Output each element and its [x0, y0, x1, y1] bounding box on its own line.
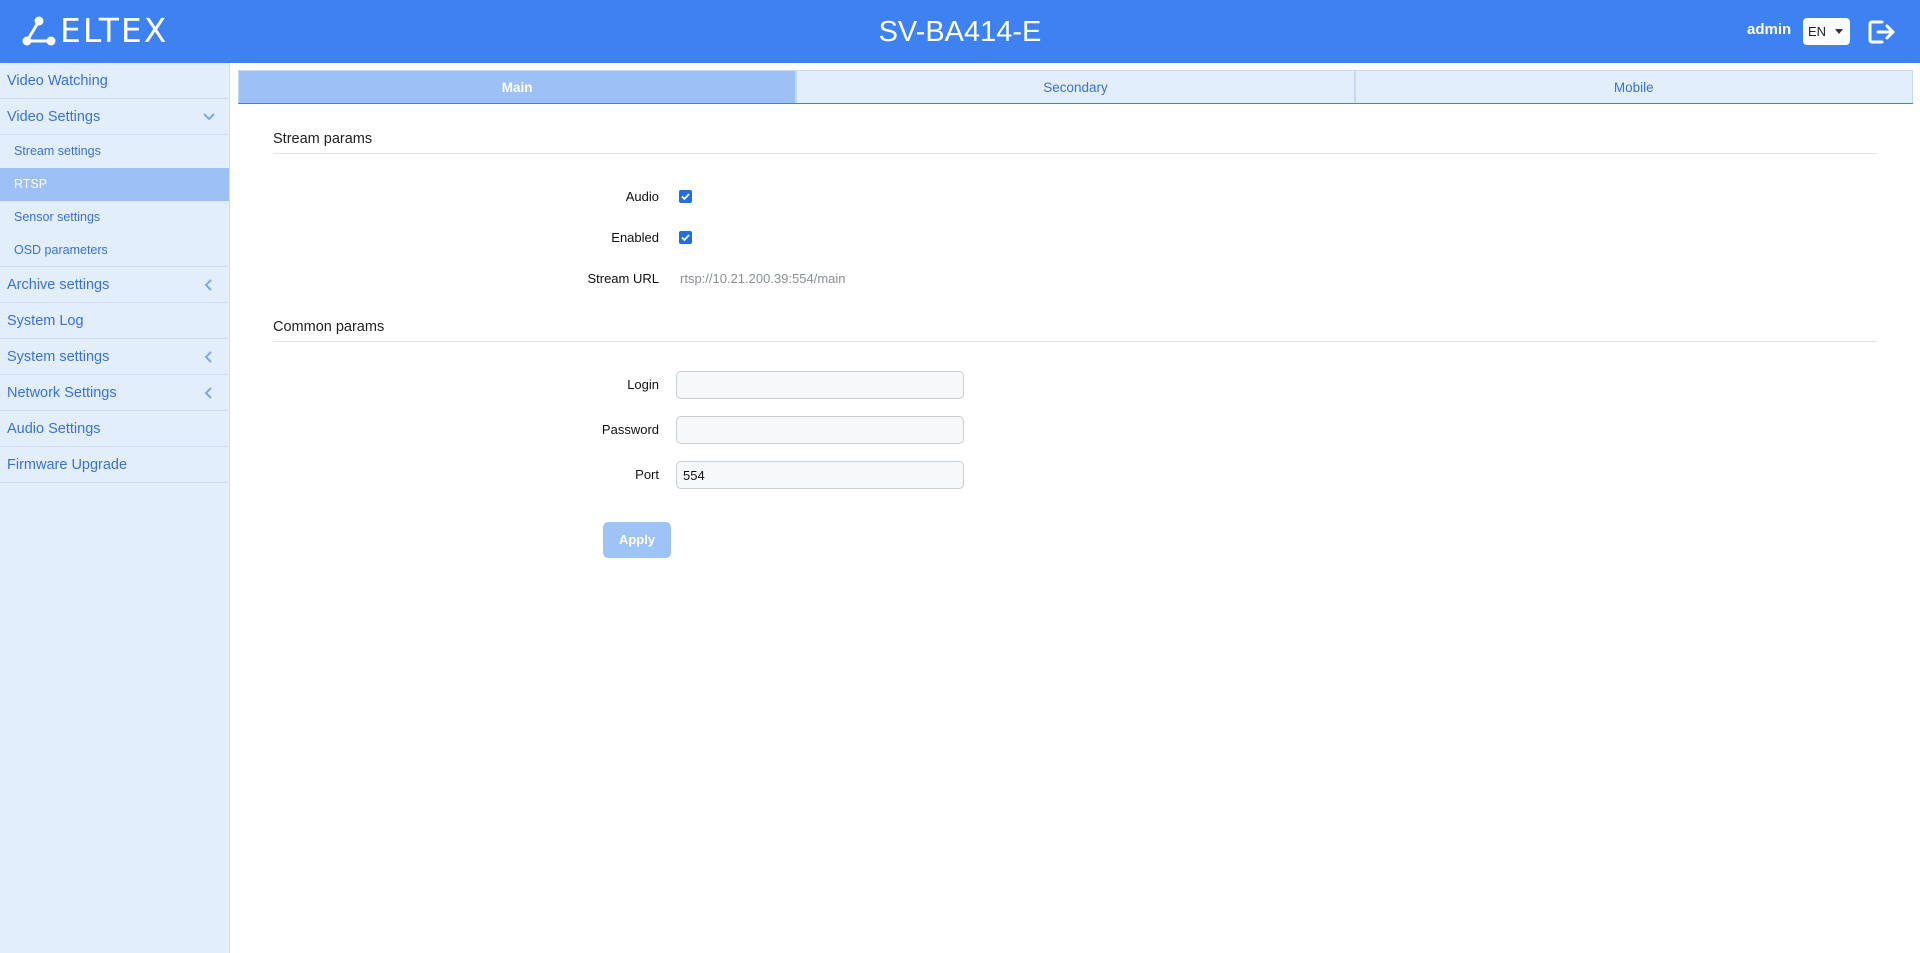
sidebar-item-label: Video Watching — [7, 73, 108, 89]
checkmark-icon — [681, 234, 690, 242]
sidebar-item-label: Video Settings — [7, 109, 101, 125]
password-label: Password — [601, 422, 659, 437]
tab-secondary[interactable]: Secondary — [796, 70, 1355, 103]
login-label: Login — [627, 377, 659, 392]
apply-button[interactable]: Apply — [603, 522, 671, 558]
common-params-title: Common params — [273, 319, 1877, 342]
language-select[interactable]: EN — [1803, 18, 1850, 45]
chevron-left-icon — [204, 279, 212, 291]
sidebar-subitem-stream-settings[interactable]: Stream settings — [0, 135, 229, 168]
sidebar-item-audio-settings[interactable]: Audio Settings — [0, 411, 229, 447]
sidebar-item-label: System settings — [7, 349, 110, 365]
stream-tabs: Main Secondary Mobile — [238, 70, 1913, 104]
logout-icon — [1868, 20, 1895, 44]
top-header: ELTEX SV-BA414-E admin EN — [0, 0, 1920, 63]
chevron-down-icon — [203, 113, 215, 121]
sidebar-subitem-label: Stream settings — [14, 144, 101, 158]
sidebar-subitem-sensor-settings[interactable]: Sensor settings — [0, 201, 229, 234]
logout-button[interactable] — [1866, 17, 1896, 47]
sidebar-item-system-settings[interactable]: System settings — [0, 339, 229, 375]
login-input[interactable] — [676, 371, 964, 399]
enabled-label: Enabled — [611, 230, 659, 245]
caret-down-icon — [1835, 29, 1843, 34]
stream-url-value: rtsp://10.21.200.39:554/main — [680, 271, 846, 286]
sidebar-item-video-watching[interactable]: Video Watching — [0, 63, 229, 99]
tab-mobile[interactable]: Mobile — [1354, 70, 1913, 103]
sidebar-subitem-rtsp[interactable]: RTSP — [0, 168, 229, 201]
port-label: Port — [635, 467, 659, 482]
device-title: SV-BA414-E — [878, 16, 1042, 48]
sidebar-item-archive-settings[interactable]: Archive settings — [0, 267, 229, 303]
stream-url-label: Stream URL — [587, 271, 659, 286]
sidebar-subitem-osd-parameters[interactable]: OSD parameters — [0, 234, 229, 267]
sidebar-item-video-settings[interactable]: Video Settings — [0, 99, 229, 135]
sidebar-item-label: Archive settings — [7, 277, 110, 293]
sidebar-item-label: System Log — [7, 313, 84, 329]
audio-label: Audio — [625, 189, 659, 204]
language-value: EN — [1808, 24, 1827, 39]
sidebar-subitem-label: OSD parameters — [14, 243, 108, 257]
tab-main[interactable]: Main — [238, 70, 797, 103]
sidebar-subitem-label: Sensor settings — [14, 210, 101, 224]
sidebar-item-label: Firmware Upgrade — [7, 457, 128, 473]
sidebar: Video Watching Video Settings Stream set… — [0, 63, 230, 953]
audio-checkbox[interactable] — [679, 190, 692, 203]
chevron-left-icon — [204, 387, 212, 399]
sidebar-item-label: Audio Settings — [7, 421, 101, 437]
chevron-left-icon — [204, 351, 212, 363]
enabled-checkbox[interactable] — [679, 231, 692, 244]
sidebar-item-network-settings[interactable]: Network Settings — [0, 375, 229, 411]
sidebar-subitem-label: RTSP — [14, 177, 48, 191]
port-input[interactable] — [676, 461, 964, 489]
sidebar-item-firmware-upgrade[interactable]: Firmware Upgrade — [0, 447, 229, 483]
sidebar-item-label: Network Settings — [7, 385, 117, 401]
sidebar-item-system-log[interactable]: System Log — [0, 303, 229, 339]
password-input[interactable] — [676, 416, 964, 444]
checkmark-icon — [681, 193, 690, 201]
stream-params-title: Stream params — [273, 131, 1877, 154]
user-name: admin — [1747, 21, 1792, 38]
